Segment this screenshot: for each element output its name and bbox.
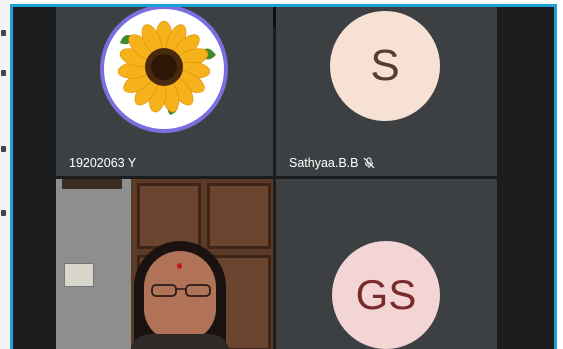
participant-name: 19202063 Y: [69, 156, 136, 170]
participant-name-text: 19202063 Y: [69, 156, 137, 170]
avatar: S: [330, 11, 440, 121]
strip-mark: [1, 146, 6, 152]
strip-mark: [1, 30, 6, 36]
page-left-strip: [0, 0, 10, 349]
cabinet-panel: [137, 183, 201, 249]
video-background-switchboard: [64, 263, 94, 287]
participant-tile-3[interactable]: [56, 179, 273, 349]
participant-tile-4[interactable]: GS: [276, 179, 497, 349]
participant-video-bindi: [177, 263, 182, 269]
participant-video-glasses: [151, 284, 211, 297]
participant-name-text: Sathyaa.B.B: [289, 156, 359, 170]
video-background-frames: [62, 179, 122, 189]
participant-tile-2[interactable]: S Sathyaa.B.B: [276, 7, 497, 176]
sunflower-avatar: [100, 7, 228, 133]
strip-mark: [1, 210, 6, 216]
meeting-window: 19202063 Y S Sathyaa.B.B GS: [10, 4, 557, 349]
mic-off-icon: [363, 157, 374, 169]
strip-mark: [1, 70, 6, 76]
participant-tile-1[interactable]: 19202063 Y: [56, 7, 273, 176]
cabinet-panel: [207, 183, 271, 249]
avatar: GS: [332, 241, 440, 349]
participant-video-clothing: [130, 334, 230, 349]
participant-name: Sathyaa.B.B: [289, 156, 375, 170]
